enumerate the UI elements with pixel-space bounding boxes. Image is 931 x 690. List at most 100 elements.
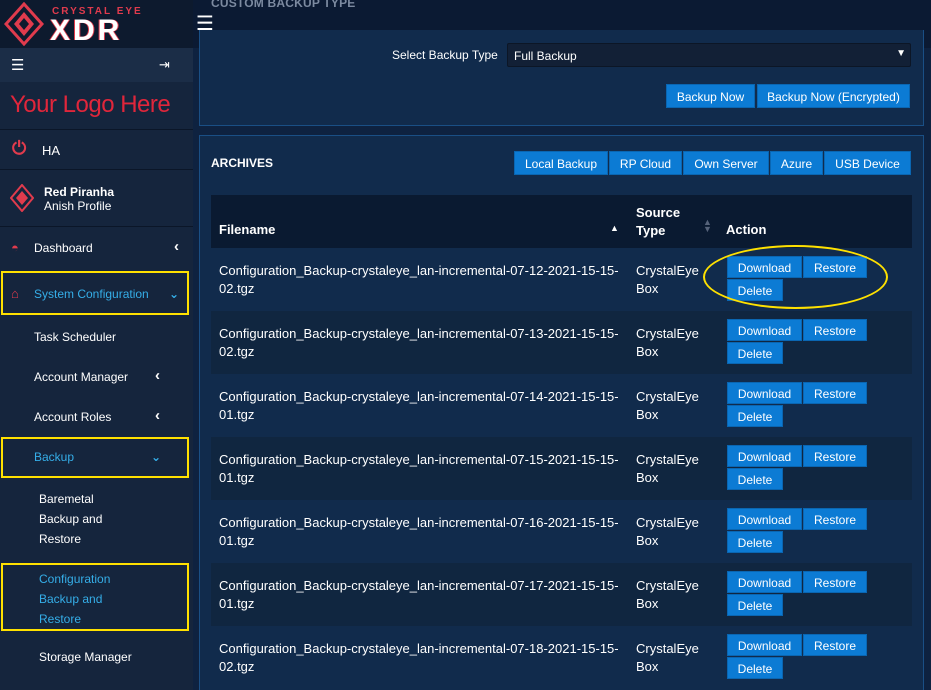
table-row: Configuration_Backup-crystaleye_lan-incr… [211, 311, 912, 374]
backup-type-select[interactable]: Full Backup ▼ [507, 43, 911, 67]
row-filename: Configuration_Backup-crystaleye_lan-incr… [219, 263, 619, 296]
sidebar-item-dashboard[interactable]: ◓ Dashboard ‹ [0, 228, 193, 268]
table-row: Configuration_Backup-crystaleye_lan-incr… [211, 626, 912, 689]
tab-azure[interactable]: Azure [770, 151, 823, 175]
delete-button[interactable]: Delete [727, 468, 783, 490]
row-filename: Configuration_Backup-crystaleye_lan-incr… [219, 515, 619, 548]
dashboard-icon: ◓ [11, 240, 19, 255]
sidebar-item-baremetal-backup[interactable]: Baremetal Backup and Restore [0, 486, 193, 548]
table-header: Filename ▲ Source Type ▲ ▼ Action [211, 195, 912, 248]
table-row: Configuration_Backup-crystaleye_lan-incr… [211, 500, 912, 563]
section-title-custom-backup: CUSTOM BACKUP TYPE [211, 0, 356, 10]
restore-button[interactable]: Restore [803, 445, 867, 467]
delete-button[interactable]: Delete [727, 279, 783, 301]
row-filename: Configuration_Backup-crystaleye_lan-incr… [219, 452, 619, 485]
tab-local-backup[interactable]: Local Backup [514, 151, 608, 175]
table-row: Configuration_Backup-crystaleye_lan-incr… [211, 563, 912, 626]
restore-button[interactable]: Restore [803, 319, 867, 341]
sidebar-item-label: Account Roles [34, 410, 112, 424]
custom-backup-panel: Select Backup Type Full Backup ▼ Backup … [199, 30, 924, 126]
restore-button[interactable]: Restore [803, 508, 867, 530]
restore-button[interactable]: Restore [803, 382, 867, 404]
sidebar-toolbar: ☰ ⇥ [0, 48, 193, 82]
backup-now-encrypted-button[interactable]: Backup Now (Encrypted) [757, 84, 910, 108]
download-button[interactable]: Download [727, 445, 802, 467]
table-row: Configuration_Backup-crystaleye_lan-incr… [211, 437, 912, 500]
backup-now-button[interactable]: Backup Now [666, 84, 755, 108]
delete-button[interactable]: Delete [727, 531, 783, 553]
download-button[interactable]: Download [727, 256, 802, 278]
sidebar-item-backup[interactable]: Backup ⌄ [0, 437, 193, 477]
archives-panel: ARCHIVES Local Backup RP Cloud Own Serve… [199, 135, 924, 690]
row-filename: Configuration_Backup-crystaleye_lan-incr… [219, 326, 619, 359]
brand-header: CRYSTAL EYE XDR [0, 0, 193, 48]
download-button[interactable]: Download [727, 508, 802, 530]
brand-line2: XDR [50, 14, 123, 47]
row-filename: Configuration_Backup-crystaleye_lan-incr… [219, 578, 619, 611]
row-source-type: CrystalEye Box [636, 389, 699, 422]
sidebar-item-label: Backup [34, 450, 75, 464]
table-row: Configuration_Backup-crystaleye_lan-incr… [211, 248, 912, 311]
profile-name: Red Piranha [44, 185, 115, 199]
column-source-type[interactable]: Source Type [636, 204, 696, 240]
sidebar-item-configuration-backup[interactable]: Configuration Backup and Restore [0, 566, 193, 628]
sidebar-item-task-scheduler[interactable]: Task Scheduler [0, 317, 193, 357]
chevron-left-icon: ‹ [174, 238, 179, 255]
sidebar-item-label: Storage Manager [39, 650, 132, 664]
delete-button[interactable]: Delete [727, 405, 783, 427]
sidebar-item-storage-manager[interactable]: Storage Manager [0, 637, 193, 677]
row-source-type: CrystalEye Box [636, 641, 699, 674]
delete-button[interactable]: Delete [727, 342, 783, 364]
download-button[interactable]: Download [727, 571, 802, 593]
delete-button[interactable]: Delete [727, 594, 783, 616]
table-row: Configuration_Backup-crystaleye_lan-incr… [211, 374, 912, 437]
row-source-type: CrystalEye Box [636, 515, 699, 548]
tab-rp-cloud[interactable]: RP Cloud [609, 151, 682, 175]
row-source-type: CrystalEye Box [636, 578, 699, 611]
sidebar-item-ha[interactable]: ⏻ HA [0, 130, 193, 170]
restore-button[interactable]: Restore [803, 634, 867, 656]
download-button[interactable]: Download [727, 634, 802, 656]
restore-button[interactable]: Restore [803, 571, 867, 593]
delete-button[interactable]: Delete [727, 657, 783, 679]
sidebar-menu-icon[interactable]: ☰ [11, 56, 24, 74]
sort-both-icon[interactable]: ▲ ▼ [703, 218, 712, 234]
sidebar-item-label: Configuration Backup and Restore [39, 572, 111, 626]
sidebar-item-label: Baremetal Backup and Restore [39, 492, 103, 546]
sidebar-item-label: System Configuration [34, 287, 149, 301]
restore-button[interactable]: Restore [803, 256, 867, 278]
row-source-type: CrystalEye Box [636, 326, 699, 359]
sidebar-item-account-manager[interactable]: Account Manager ‹ [0, 357, 193, 397]
sidebar-item-label: Dashboard [34, 241, 93, 255]
download-button[interactable]: Download [727, 382, 802, 404]
home-icon: ⌂ [11, 286, 19, 301]
power-icon: ⏻ [12, 138, 27, 158]
profile-subtitle: Anish Profile [44, 199, 112, 213]
column-filename[interactable]: Filename [219, 222, 275, 237]
custom-logo-area: Your Logo Here [0, 82, 193, 130]
backup-type-value: Full Backup [514, 49, 577, 63]
chevron-down-icon: ⌄ [151, 450, 162, 464]
caret-down-icon: ▼ [896, 48, 906, 59]
row-filename: Configuration_Backup-crystaleye_lan-incr… [219, 641, 619, 674]
tab-own-server[interactable]: Own Server [683, 151, 769, 175]
archives-title: ARCHIVES [211, 156, 274, 170]
profile-avatar-icon [10, 184, 34, 212]
logo-placeholder: Your Logo Here [10, 91, 171, 118]
crystal-eye-logo-icon [4, 2, 44, 46]
chevron-down-icon: ⌄ [169, 287, 180, 301]
column-action: Action [726, 222, 767, 237]
sidebar-item-system-configuration[interactable]: ⌂ System Configuration ⌄ [0, 274, 193, 314]
chevron-left-icon: ‹ [155, 367, 160, 384]
sidebar: CRYSTAL EYE XDR ☰ ⇥ Your Logo Here ⏻ HA … [0, 0, 193, 690]
backup-type-label: Select Backup Type [392, 48, 498, 62]
sort-asc-icon[interactable]: ▲ [610, 223, 619, 233]
sign-out-icon[interactable]: ⇥ [159, 57, 170, 73]
profile-card[interactable]: Red Piranha Anish Profile [0, 170, 193, 227]
row-source-type: CrystalEye Box [636, 452, 699, 485]
download-button[interactable]: Download [727, 319, 802, 341]
chevron-left-icon: ‹ [155, 407, 160, 424]
tab-usb-device[interactable]: USB Device [824, 151, 911, 175]
row-source-type: CrystalEye Box [636, 263, 699, 296]
sidebar-item-account-roles[interactable]: Account Roles ‹ [0, 397, 193, 437]
